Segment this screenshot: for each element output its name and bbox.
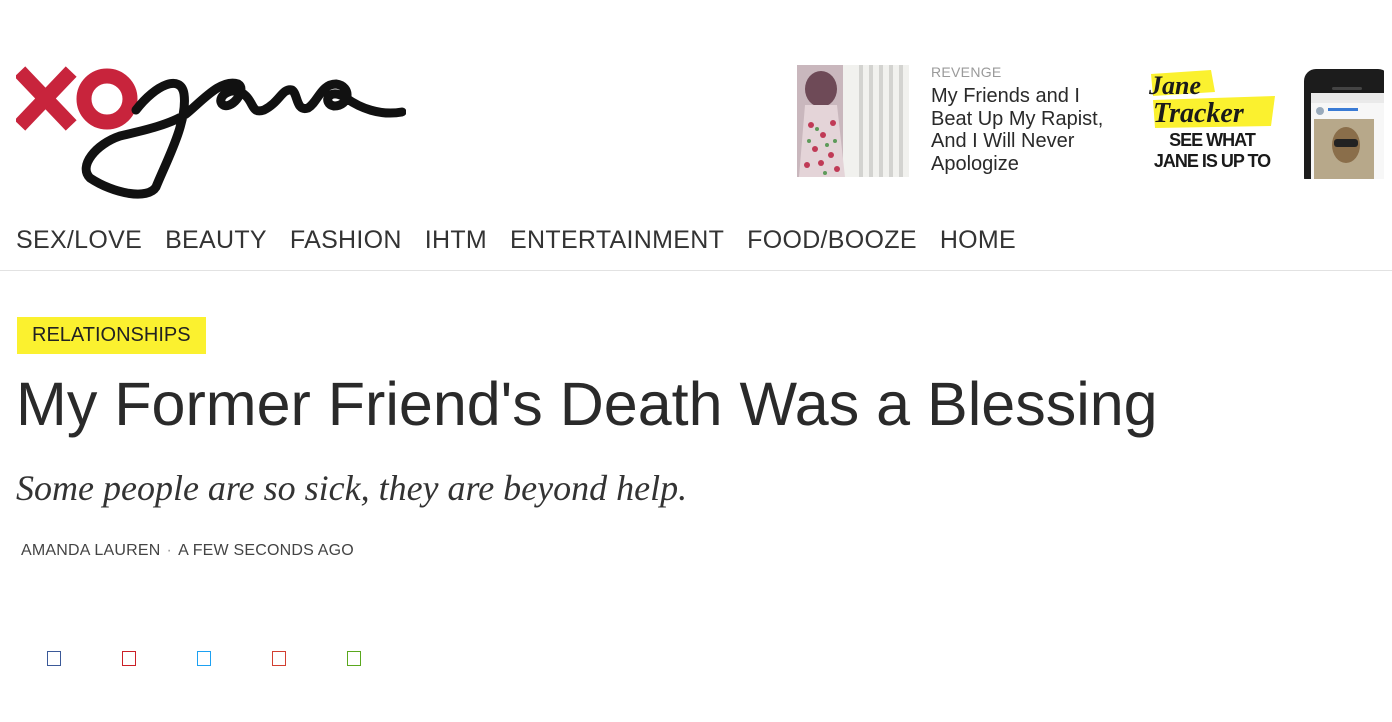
svg-text:Tracker: Tracker [1153,98,1245,129]
phone-icon [1304,69,1384,179]
jane-tracker-banner[interactable]: Jane Tracker SEE WHAT JANE IS UP TO [1143,68,1283,180]
author-link[interactable]: AMANDA LAUREN [21,542,161,559]
nav-item-fashion[interactable]: FASHION [290,226,402,255]
site-logo[interactable] [14,62,407,202]
byline: AMANDA LAUREN · A FEW SECONDS AGO [21,542,354,560]
comment-share-icon[interactable] [347,651,361,666]
promo-kicker: REVENGE [931,64,1002,80]
nav-item-entertainment[interactable]: ENTERTAINMENT [510,226,724,255]
facebook-share-icon[interactable] [47,651,61,666]
xojane-logo-icon [14,66,407,199]
main-nav: SEX/LOVE BEAUTY FASHION IHTM ENTERTAINME… [16,226,1039,255]
nav-item-food-booze[interactable]: FOOD/BOOZE [747,226,917,255]
article-dek: Some people are so sick, they are beyond… [16,468,688,508]
jane-tracker-title-icon: Jane Tracker [1148,70,1275,129]
promo-card[interactable]: REVENGE My Friends and I Beat Up My Rapi… [931,64,1121,175]
twitter-share-icon[interactable] [197,651,211,666]
pinterest-share-icon[interactable] [122,651,136,666]
nav-item-home[interactable]: HOME [940,226,1016,255]
category-tag[interactable]: RELATIONSHIPS [17,317,206,354]
nav-item-sex-love[interactable]: SEX/LOVE [16,226,142,255]
promo-thumbnail[interactable] [797,65,909,177]
article-headline: My Former Friend's Death Was a Blessing [16,370,1158,438]
nav-divider [0,270,1392,271]
svg-text:Jane: Jane [1148,71,1201,100]
nav-item-beauty[interactable]: BEAUTY [165,226,267,255]
promo-photo-icon [797,65,909,177]
publish-time: A FEW SECONDS AGO [178,542,354,559]
jane-tracker-subtitle: SEE WHAT JANE IS UP TO [1153,130,1271,171]
nav-item-ihtm[interactable]: IHTM [425,226,487,255]
jane-tracker-phone-image[interactable] [1304,69,1384,179]
email-share-icon[interactable] [272,651,286,666]
promo-title-link[interactable]: My Friends and I Beat Up My Rapist, And … [931,85,1121,175]
byline-separator: · [166,542,173,559]
